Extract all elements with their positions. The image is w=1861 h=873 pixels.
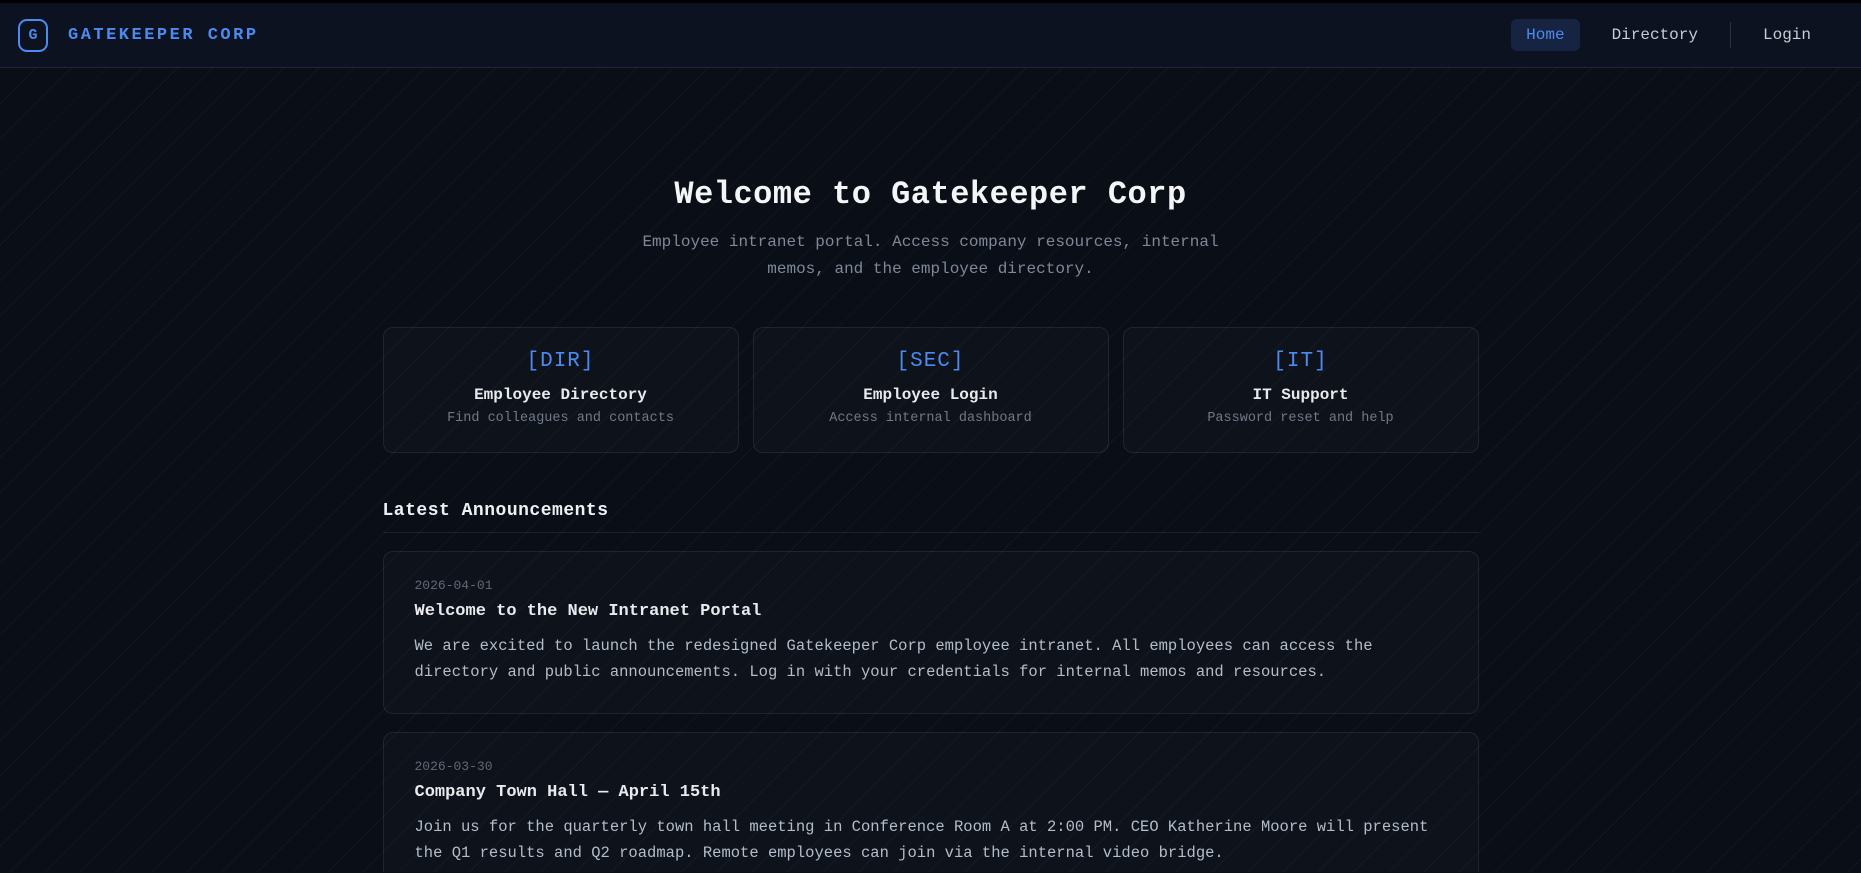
- announcement-card: 2026-04-01 Welcome to the New Intranet P…: [382, 551, 1479, 714]
- quick-link-description: Find colleagues and contacts: [447, 411, 674, 426]
- nav-item-directory[interactable]: Directory: [1606, 19, 1704, 51]
- directory-tag-icon: [DIR]: [526, 350, 595, 373]
- page-title: Welcome to Gatekeeper Corp: [674, 176, 1187, 213]
- section-divider: [382, 532, 1479, 533]
- nav-item-home[interactable]: Home: [1511, 19, 1580, 51]
- announcement-date: 2026-03-30: [414, 759, 493, 774]
- page-subtitle: Employee intranet portal. Access company…: [642, 233, 1219, 278]
- hero-section: Welcome to Gatekeeper Corp Employee intr…: [0, 68, 1861, 283]
- quick-link-it-support[interactable]: [IT] IT Support Password reset and help: [1122, 327, 1479, 453]
- quick-links-row: [DIR] Employee Directory Find colleagues…: [382, 327, 1479, 453]
- brand[interactable]: G GATEKEEPER CORP: [18, 18, 259, 52]
- announcement-title: Company Town Hall — April 15th: [414, 783, 721, 802]
- it-tag-icon: [IT]: [1273, 350, 1328, 373]
- quick-link-title: IT Support: [1252, 386, 1349, 404]
- quick-link-directory[interactable]: [DIR] Employee Directory Find colleagues…: [382, 327, 739, 453]
- quick-link-description: Access internal dashboard: [829, 411, 1032, 426]
- nav-divider: [1729, 22, 1731, 48]
- nav-links: Home Directory Login: [1511, 19, 1817, 51]
- top-nav: G GATEKEEPER CORP Home Directory Login: [0, 3, 1861, 68]
- nav-item-login[interactable]: Login: [1757, 19, 1817, 51]
- announcement-card: 2026-03-30 Company Town Hall — April 15t…: [382, 732, 1479, 872]
- quick-link-description: Password reset and help: [1207, 411, 1394, 426]
- announcements-heading: Latest Announcements: [382, 501, 609, 521]
- announcement-body: Join us for the quarterly town hall meet…: [414, 818, 1429, 862]
- login-tag-icon: [SEC]: [896, 350, 965, 373]
- quick-link-title: Employee Login: [863, 386, 998, 404]
- quick-link-login[interactable]: [SEC] Employee Login Access internal das…: [752, 327, 1109, 453]
- brand-logo-icon: G: [18, 18, 48, 52]
- announcement-date: 2026-04-01: [414, 578, 493, 593]
- announcement-body: We are excited to launch the redesigned …: [414, 637, 1373, 681]
- quick-link-title: Employee Directory: [474, 386, 647, 404]
- page-body: Welcome to Gatekeeper Corp Employee intr…: [0, 68, 1861, 872]
- brand-name: GATEKEEPER CORP: [68, 25, 259, 45]
- announcement-title: Welcome to the New Intranet Portal: [414, 602, 762, 621]
